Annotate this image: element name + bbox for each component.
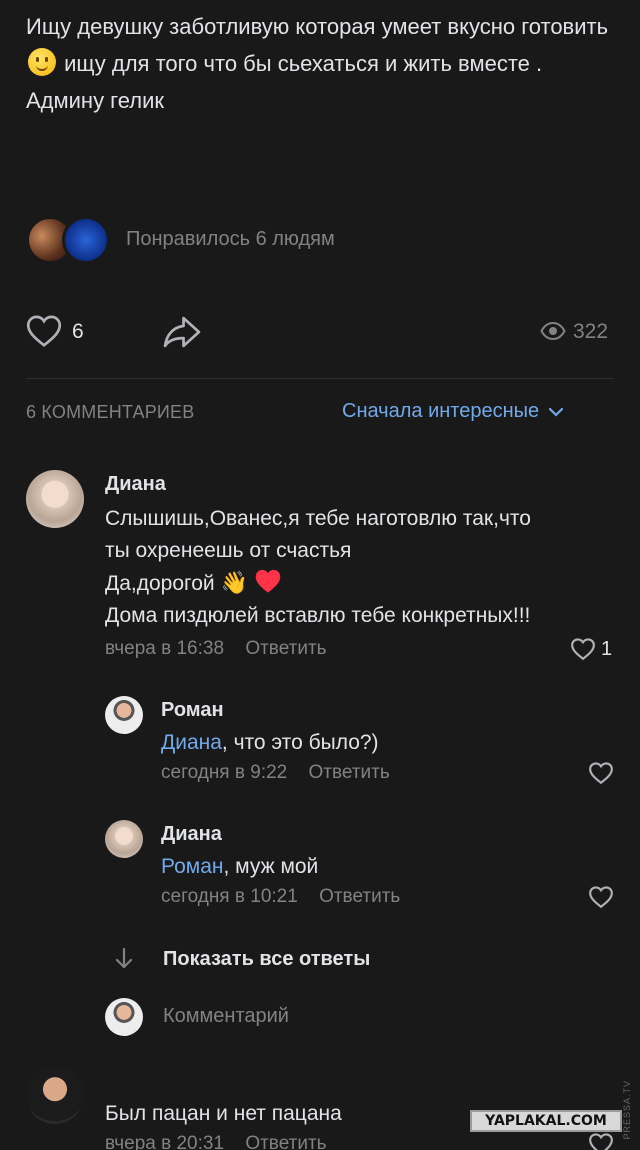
comment-line-text: Да,дорогой [105, 572, 215, 595]
heart-icon[interactable] [570, 637, 596, 661]
heart-icon[interactable] [588, 885, 614, 909]
comments-count: 6 КОММЕНТАРИЕВ [26, 402, 195, 422]
comment-meta: сегодня в 10:21 Ответить [161, 886, 400, 908]
comment-time: вчера в 16:38 [105, 638, 225, 659]
avatar[interactable] [105, 820, 143, 858]
avatar[interactable] [26, 1066, 84, 1124]
smiling-face-icon [28, 48, 56, 76]
reply-button[interactable]: Ответить [309, 762, 390, 783]
liker-avatar [62, 216, 110, 264]
comment-time: сегодня в 10:21 [161, 886, 298, 907]
comment-time: сегодня в 9:22 [161, 762, 288, 783]
comment-input[interactable]: Комментарий [163, 1005, 289, 1028]
show-all-replies-button[interactable]: Показать все ответы [163, 948, 370, 971]
reply-button[interactable]: Ответить [319, 886, 400, 907]
watermark: YAPLAKAL.COM [470, 1110, 622, 1132]
avatar[interactable] [26, 470, 84, 528]
red-heart-icon [255, 569, 280, 593]
comment-meta: вчера в 20:31 Ответить [105, 1133, 327, 1150]
post-text-part2: ищу для того что бы сьехаться и жить вме… [26, 51, 543, 113]
comment-author[interactable]: Диана [105, 473, 166, 496]
comment-text: Роман, муж мой [161, 851, 318, 883]
comment-line: ты охренеешь от счастья [105, 539, 352, 562]
comment-time: вчера в 20:31 [105, 1133, 225, 1150]
heart-icon[interactable] [26, 314, 62, 348]
divider [26, 378, 614, 379]
comment-line: Слышишь,Ованес,я тебе наготовлю так,что [105, 507, 531, 530]
chevron-down-icon [549, 407, 564, 417]
mention-link[interactable]: Диана [161, 731, 222, 754]
comment-like-count: 1 [601, 638, 613, 660]
post-text-part1: Ищу девушку заботливую которая умеет вку… [26, 14, 609, 39]
like-count: 6 [72, 320, 84, 343]
comment-line: Да,дорогой 👋 [105, 567, 625, 600]
views-count: 322 [573, 320, 609, 343]
comment-text-body: , что это было?) [221, 731, 379, 754]
comment-line: Дома пиздюлей вставлю тебе конкретных!!! [105, 604, 531, 627]
post-text: Ищу девушку заботливую которая умеет вку… [26, 8, 626, 119]
side-watermark: PRESSA.TV [622, 1080, 632, 1140]
comment-text: Диана, что это было?) [161, 727, 379, 759]
avatar[interactable] [105, 696, 143, 734]
reply-button[interactable]: Ответить [245, 638, 326, 659]
arrow-down-icon [115, 947, 133, 969]
comments-sort-select[interactable]: Сначала интересные [342, 400, 565, 423]
eye-icon [540, 321, 566, 341]
post-actions-bar: 6 322 [26, 312, 616, 352]
liked-by-text[interactable]: Понравилось 6 людям [126, 228, 335, 251]
sort-label: Сначала интересные [342, 400, 540, 422]
comment-text-body: , муж мой [223, 855, 319, 878]
comment-text: Слышишь,Ованес,я тебе наготовлю так,что … [105, 503, 625, 632]
mention-link[interactable]: Роман [161, 855, 223, 878]
heart-icon[interactable] [588, 1132, 614, 1150]
comment-meta: вчера в 16:38 Ответить [105, 638, 327, 660]
comment-author[interactable]: Диана [161, 823, 222, 846]
heart-icon[interactable] [588, 761, 614, 785]
waving-hand-icon: 👋 [220, 570, 248, 595]
share-icon[interactable] [162, 315, 202, 349]
comment-author[interactable]: Роман [161, 699, 224, 722]
comment-text: Был пацан и нет пацана [105, 1102, 342, 1125]
comment-meta: сегодня в 9:22 Ответить [161, 762, 390, 784]
avatar [105, 998, 143, 1036]
reply-button[interactable]: Ответить [245, 1133, 326, 1150]
